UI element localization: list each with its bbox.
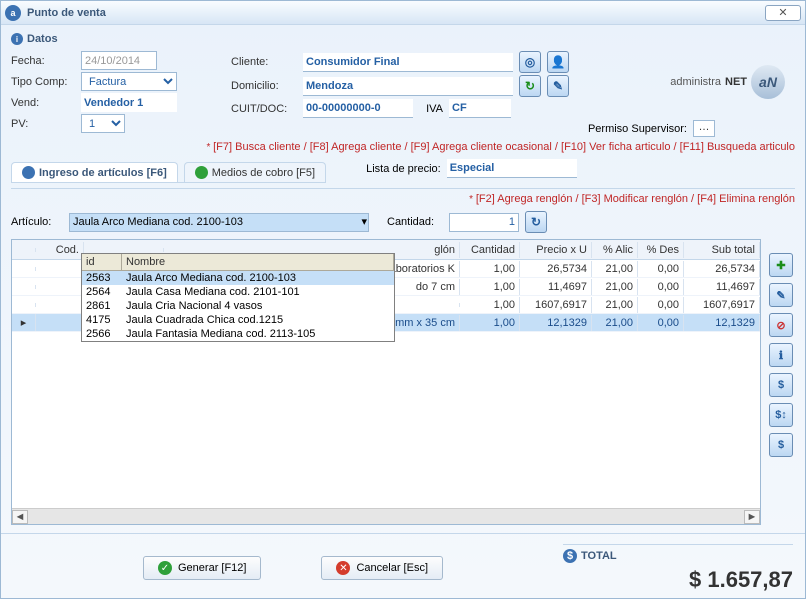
vend-label: Vend: <box>11 97 75 109</box>
cliente-input[interactable] <box>303 53 513 72</box>
pricelist-label: Lista de precio: <box>366 163 441 175</box>
edit-client-button[interactable]: ✎ <box>547 75 569 97</box>
window-close-button[interactable]: ✕ <box>765 5 801 21</box>
brand-logo-icon: aN <box>751 65 785 99</box>
cuit-input[interactable] <box>303 99 413 118</box>
cliente-label: Cliente: <box>231 56 297 68</box>
dropdown-item[interactable]: 2861Jaula Cria Nacional 4 vasos <box>82 299 394 313</box>
dropdown-col-nombre: Nombre <box>122 254 394 270</box>
col-alic[interactable]: % Alic <box>592 242 638 258</box>
tab-medios-label: Medios de cobro [F5] <box>212 167 315 179</box>
chevron-down-icon[interactable]: ▾ <box>361 215 367 228</box>
dropdown-item[interactable]: 2564Jaula Casa Mediana cod. 2101-101 <box>82 285 394 299</box>
tab-ingreso-icon <box>22 166 35 179</box>
grid-scrollbar[interactable]: ◄ ► <box>12 508 760 524</box>
shortcut-hint-renglon: * [F2] Agrega renglón / [F3] Modificar r… <box>469 194 795 205</box>
cantidad-label: Cantidad: <box>387 216 443 228</box>
fecha-input[interactable] <box>81 51 157 70</box>
cuit-label: CUIT/DOC: <box>231 103 297 115</box>
side-discount-button[interactable]: $ <box>769 433 793 457</box>
datos-label: Datos <box>27 33 58 45</box>
scroll-left-button[interactable]: ◄ <box>12 510 28 524</box>
side-info-button[interactable]: ℹ <box>769 343 793 367</box>
tab-ingreso-articulos[interactable]: Ingreso de artículos [F6] <box>11 162 178 182</box>
col-subtotal[interactable]: Sub total <box>684 242 760 258</box>
tab-medios-cobro[interactable]: Medios de cobro [F5] <box>184 162 326 182</box>
fecha-label: Fecha: <box>11 55 75 67</box>
cancel-icon: ✕ <box>336 561 350 575</box>
info-icon: i <box>11 33 23 45</box>
side-add-button[interactable]: ✚ <box>769 253 793 277</box>
total-label: TOTAL <box>581 550 617 562</box>
vend-input[interactable] <box>81 93 177 112</box>
check-icon: ✓ <box>158 561 172 575</box>
add-line-button[interactable]: ↻ <box>525 211 547 233</box>
pv-label: PV: <box>11 118 75 130</box>
domicilio-input[interactable] <box>303 77 513 96</box>
dropdown-item[interactable]: 2566Jaula Fantasia Mediana cod. 2113-105 <box>82 327 394 341</box>
app-icon: a <box>5 5 21 21</box>
articulo-combo[interactable] <box>69 213 369 232</box>
tipo-label: Tipo Comp: <box>11 76 75 88</box>
total-amount: $ 1.657,87 <box>563 567 793 593</box>
pv-select[interactable]: 1 <box>81 114 125 133</box>
tab-ingreso-label: Ingreso de artículos [F6] <box>39 167 167 179</box>
side-edit-button[interactable]: ✎ <box>769 283 793 307</box>
dropdown-item[interactable]: 4175Jaula Cuadrada Chica cod.1215 <box>82 313 394 327</box>
side-money-button[interactable]: $ <box>769 373 793 397</box>
pricelist-input[interactable] <box>447 159 577 178</box>
add-client-button[interactable]: 👤 <box>547 51 569 73</box>
col-cantidad[interactable]: Cantidad <box>460 242 520 258</box>
refresh-button[interactable]: ↻ <box>519 75 541 97</box>
window-title: Punto de venta <box>27 7 765 19</box>
datos-section-header: i Datos <box>11 33 795 45</box>
permiso-button[interactable]: … <box>693 120 715 137</box>
total-icon: $ <box>563 549 577 563</box>
col-des[interactable]: % Des <box>638 242 684 258</box>
iva-label: IVA <box>419 103 443 115</box>
brand-text-1: administra <box>670 76 721 88</box>
search-client-button[interactable]: ◎ <box>519 51 541 73</box>
cantidad-input[interactable] <box>449 213 519 232</box>
cancelar-button[interactable]: ✕ Cancelar [Esc] <box>321 556 443 580</box>
shortcut-hint-top: * [F7] Busca cliente / [F8] Agrega clien… <box>206 142 795 153</box>
generar-label: Generar [F12] <box>178 562 246 574</box>
tab-medios-icon <box>195 166 208 179</box>
dropdown-item[interactable]: 2563Jaula Arco Mediana cod. 2100-103 <box>82 271 394 285</box>
brand-logo-area: administra NET aN <box>670 65 785 99</box>
generar-button[interactable]: ✓ Generar [F12] <box>143 556 261 580</box>
articulo-label: Artículo: <box>11 216 63 228</box>
iva-input[interactable] <box>449 99 511 118</box>
side-percent-button[interactable]: $↕ <box>769 403 793 427</box>
domicilio-label: Domicilio: <box>231 80 297 92</box>
dropdown-col-id: id <box>82 254 122 270</box>
col-precio[interactable]: Precio x U <box>520 242 592 258</box>
articulo-dropdown[interactable]: id Nombre 2563Jaula Arco Mediana cod. 21… <box>81 253 395 342</box>
tipo-select[interactable]: Factura <box>81 72 177 91</box>
permiso-label: Permiso Supervisor: <box>588 123 687 135</box>
side-delete-button[interactable]: ⊘ <box>769 313 793 337</box>
brand-text-2: NET <box>725 76 747 88</box>
col-cod[interactable]: Cod. <box>36 242 84 258</box>
scroll-right-button[interactable]: ► <box>744 510 760 524</box>
cancelar-label: Cancelar [Esc] <box>356 562 428 574</box>
